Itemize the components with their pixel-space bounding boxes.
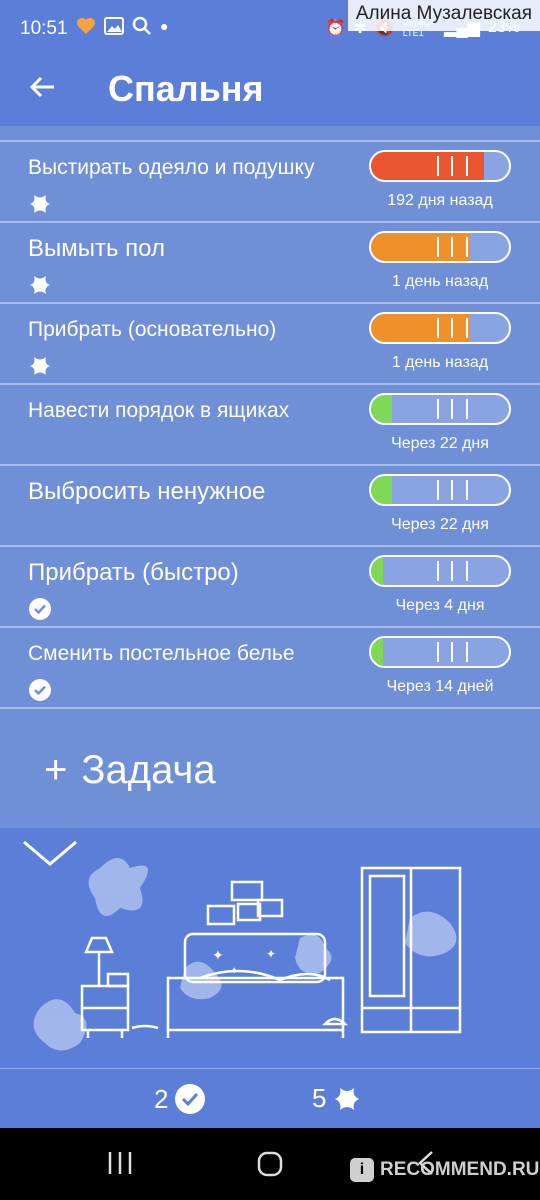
back-arrow-icon[interactable]	[28, 72, 58, 102]
search-icon	[132, 16, 151, 35]
task-name: Вымыть пол	[28, 235, 165, 262]
task-name: Навести порядок в ящиках	[28, 399, 290, 422]
task-row[interactable]: Выбросить ненужное Через 22 дня	[0, 466, 540, 547]
dot-icon: ●	[160, 18, 169, 34]
add-task-label: Задача	[81, 748, 216, 792]
task-due-label: Через 14 дней	[386, 678, 494, 695]
sparkle-icon	[30, 195, 50, 213]
svg-text:✦: ✦	[230, 966, 238, 977]
progress-tick	[466, 156, 469, 176]
done-count: 2	[154, 1083, 169, 1114]
sparkle-icon	[30, 357, 50, 375]
progress-tick	[437, 237, 440, 257]
add-task-button[interactable]: + Задача	[44, 748, 216, 793]
progress-bar	[369, 474, 511, 506]
task-due-label: 1 день назад	[391, 354, 489, 371]
task-name: Прибрать (быстро)	[28, 559, 239, 586]
progress-fill	[371, 476, 392, 504]
check-icon	[29, 598, 51, 620]
progress-tick	[437, 156, 440, 176]
app-bar: Спальня	[0, 60, 540, 126]
recommend-logo: i	[350, 1158, 374, 1182]
recent-apps-icon[interactable]	[106, 1150, 136, 1176]
progress-tick	[451, 561, 454, 581]
progress-fill	[371, 233, 469, 261]
room-illustration: ✦ ✦ ✦	[0, 828, 540, 1068]
progress-tick	[437, 318, 440, 338]
progress-fill	[371, 314, 469, 342]
dirty-stat[interactable]: 5	[312, 1083, 362, 1114]
svg-text:✦: ✦	[212, 947, 224, 963]
recommend-watermark: i RECOMMEND.RU	[350, 1158, 539, 1182]
sparkle-icon	[335, 1087, 360, 1110]
task-row[interactable]: Прибрать (основательно) 1 день назад	[0, 304, 540, 385]
bedroom-drawing: ✦ ✦ ✦	[33, 858, 462, 1051]
progress-bar	[369, 312, 511, 344]
sparkle-icon	[30, 276, 50, 294]
alarm-icon: ⏰	[325, 20, 346, 37]
task-due-label: Через 22 дня	[391, 516, 489, 533]
task-row[interactable]: Навести порядок в ящиках Через 22 дня	[0, 385, 540, 466]
done-stat[interactable]: 2	[154, 1083, 206, 1115]
progress-tick	[451, 642, 454, 662]
progress-tick	[451, 480, 454, 500]
progress-tick	[437, 561, 440, 581]
task-due-label: 1 день назад	[391, 273, 489, 290]
progress-bar	[369, 150, 511, 182]
progress-tick	[466, 318, 469, 338]
author-watermark: Алина Музалевская	[347, 0, 540, 31]
bottom-stats-bar: 2 5	[0, 1068, 540, 1129]
progress-fill	[371, 395, 392, 423]
progress-bar	[369, 636, 511, 668]
progress-bar	[369, 231, 511, 263]
heart-icon	[77, 18, 95, 34]
task-name: Сменить постельное белье	[28, 642, 295, 665]
progress-fill	[371, 638, 384, 666]
home-icon[interactable]	[256, 1150, 284, 1178]
recommend-text: RECOMMEND.RU	[380, 1159, 540, 1180]
progress-bar	[369, 393, 511, 425]
task-row[interactable]: Вымыть пол 1 день назад	[0, 223, 540, 304]
dirty-count: 5	[312, 1083, 327, 1113]
progress-tick	[437, 642, 440, 662]
progress-tick	[451, 156, 454, 176]
progress-tick	[466, 480, 469, 500]
check-circle-icon	[175, 1084, 206, 1114]
page-title: Спальня	[108, 68, 264, 109]
progress-tick	[437, 399, 440, 419]
progress-tick	[466, 642, 469, 662]
progress-tick	[451, 399, 454, 419]
notification-icons: ●	[76, 16, 168, 36]
task-row[interactable]: Прибрать (быстро) Через 4 дня	[0, 547, 540, 628]
task-name: Выстирать одеяло и подушку	[28, 156, 315, 179]
progress-tick	[466, 399, 469, 419]
progress-tick	[437, 480, 440, 500]
plus-icon: +	[44, 748, 68, 792]
progress-fill	[371, 557, 384, 585]
progress-tick	[451, 237, 454, 257]
check-icon	[29, 679, 51, 701]
progress-tick	[466, 237, 469, 257]
task-list: Выстирать одеяло и подушку 192 дня назад В…	[0, 126, 540, 709]
status-bar: 10:51 ● ⏰ ✱ 🔇 Vo) 4G+ LTE1 ▂▄▆ 23% Алина…	[0, 0, 540, 60]
task-row[interactable]: Выстирать одеяло и подушку 192 дня назад	[0, 142, 540, 223]
progress-tick	[466, 561, 469, 581]
progress-bar	[369, 555, 511, 587]
task-row[interactable]: Сменить постельное белье Через 14 дней	[0, 628, 540, 709]
task-due-label: 192 дня назад	[387, 192, 493, 209]
gallery-icon	[104, 17, 124, 35]
task-due-label: Через 4 дня	[395, 597, 485, 614]
svg-text:✦: ✦	[266, 947, 276, 961]
list-item-partial	[0, 126, 540, 142]
status-time: 10:51	[20, 18, 68, 39]
task-name: Выбросить ненужное	[28, 478, 266, 505]
task-due-label: Через 22 дня	[391, 435, 489, 452]
task-name: Прибрать (основательно)	[28, 318, 277, 341]
progress-tick	[451, 318, 454, 338]
